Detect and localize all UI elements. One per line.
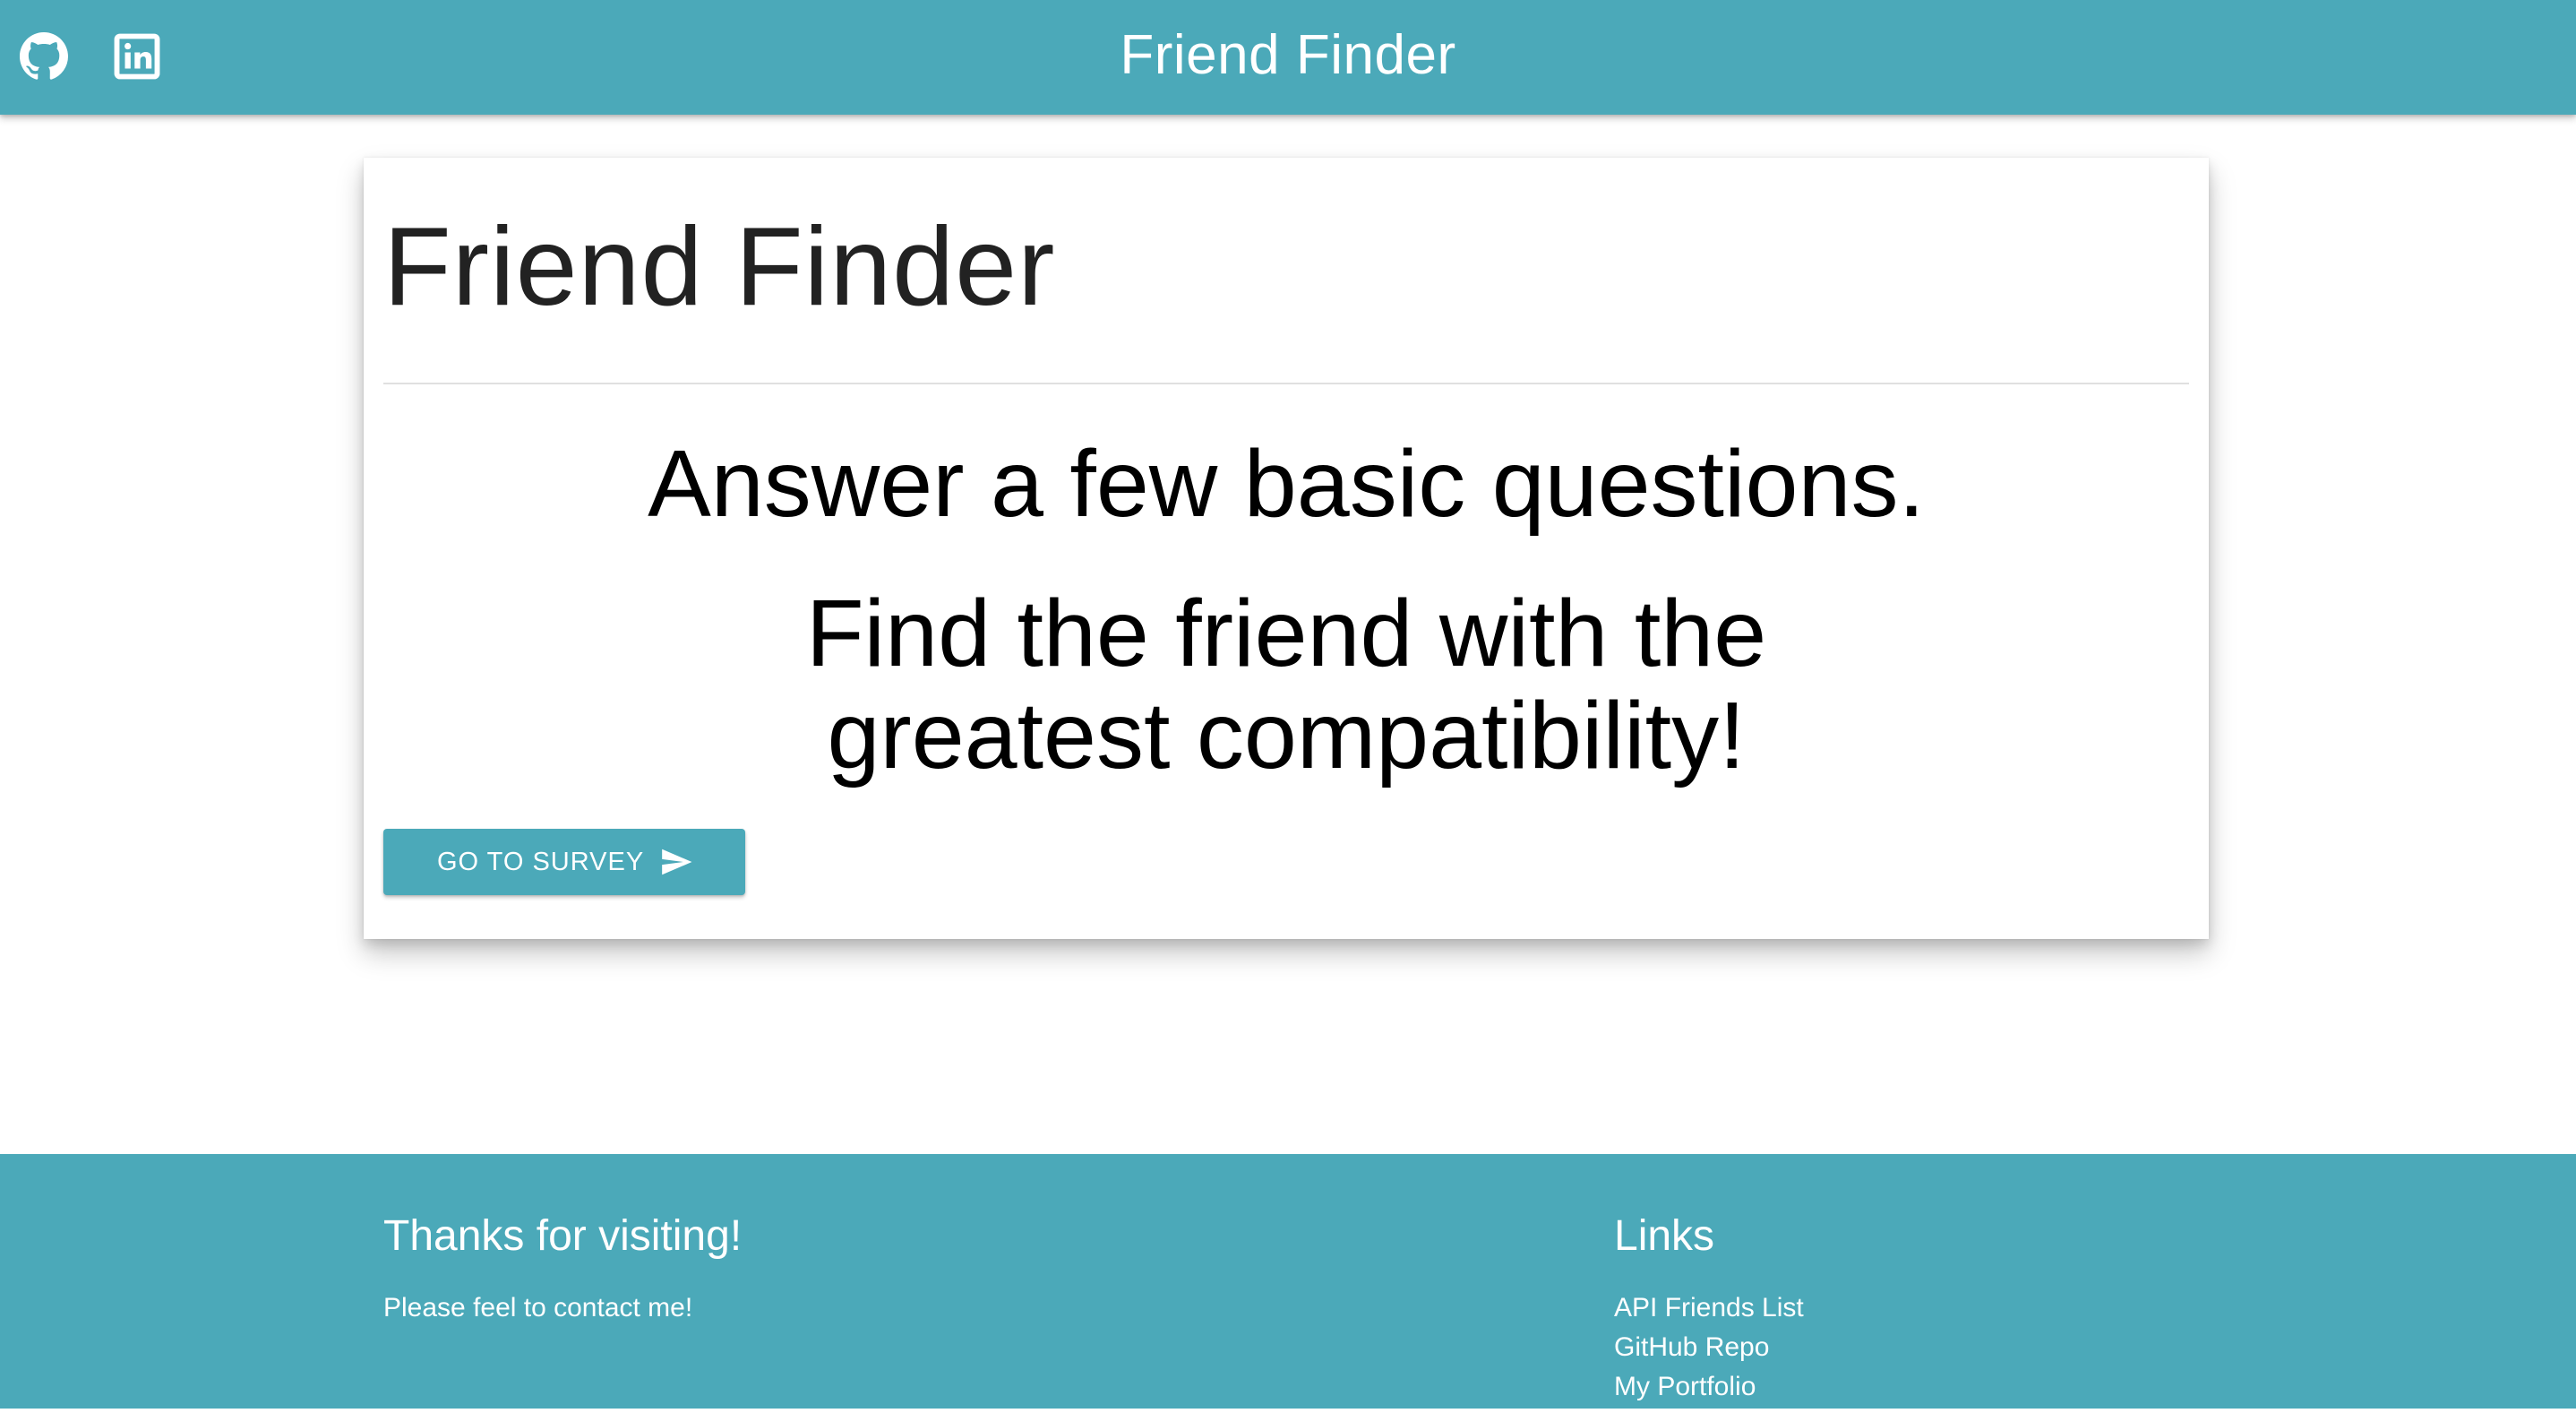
- footer-links-heading: Links: [1614, 1212, 1715, 1260]
- go-to-survey-label: Go to Survey: [437, 848, 645, 876]
- github-repo-link[interactable]: GitHub Repo: [1614, 1334, 1769, 1361]
- brand-title-container: Friend Finder: [0, 0, 2576, 115]
- footer-links-list: API Friends List GitHub Repo My Portfoli…: [1614, 1295, 1804, 1413]
- page-footer: Thanks for visiting! Please feel to cont…: [0, 1154, 2576, 1409]
- my-portfolio-link[interactable]: My Portfolio: [1614, 1374, 1756, 1400]
- hero-card: Friend Finder Answer a few basic questio…: [364, 158, 2209, 939]
- footer-contact-text: Please feel to contact me!: [383, 1293, 693, 1323]
- headline-answer-questions: Answer a few basic questions.: [648, 431, 1925, 537]
- footer-link-item: GitHub Repo: [1614, 1334, 1804, 1374]
- footer-link-item: My Portfolio: [1614, 1374, 1804, 1413]
- footer-thanks-heading: Thanks for visiting!: [383, 1212, 743, 1260]
- footer-link-item: API Friends List: [1614, 1295, 1804, 1334]
- api-friends-list-link[interactable]: API Friends List: [1614, 1295, 1804, 1322]
- brand-title[interactable]: Friend Finder: [1120, 24, 1455, 86]
- headline-find-friend: Find the friend with the greatest compat…: [805, 581, 1767, 788]
- send-icon: [659, 845, 693, 879]
- go-to-survey-button[interactable]: Go to Survey: [383, 829, 745, 895]
- top-navbar: Friend Finder: [0, 0, 2576, 115]
- card-divider: [383, 383, 2189, 384]
- card-title: Friend Finder: [383, 205, 1056, 329]
